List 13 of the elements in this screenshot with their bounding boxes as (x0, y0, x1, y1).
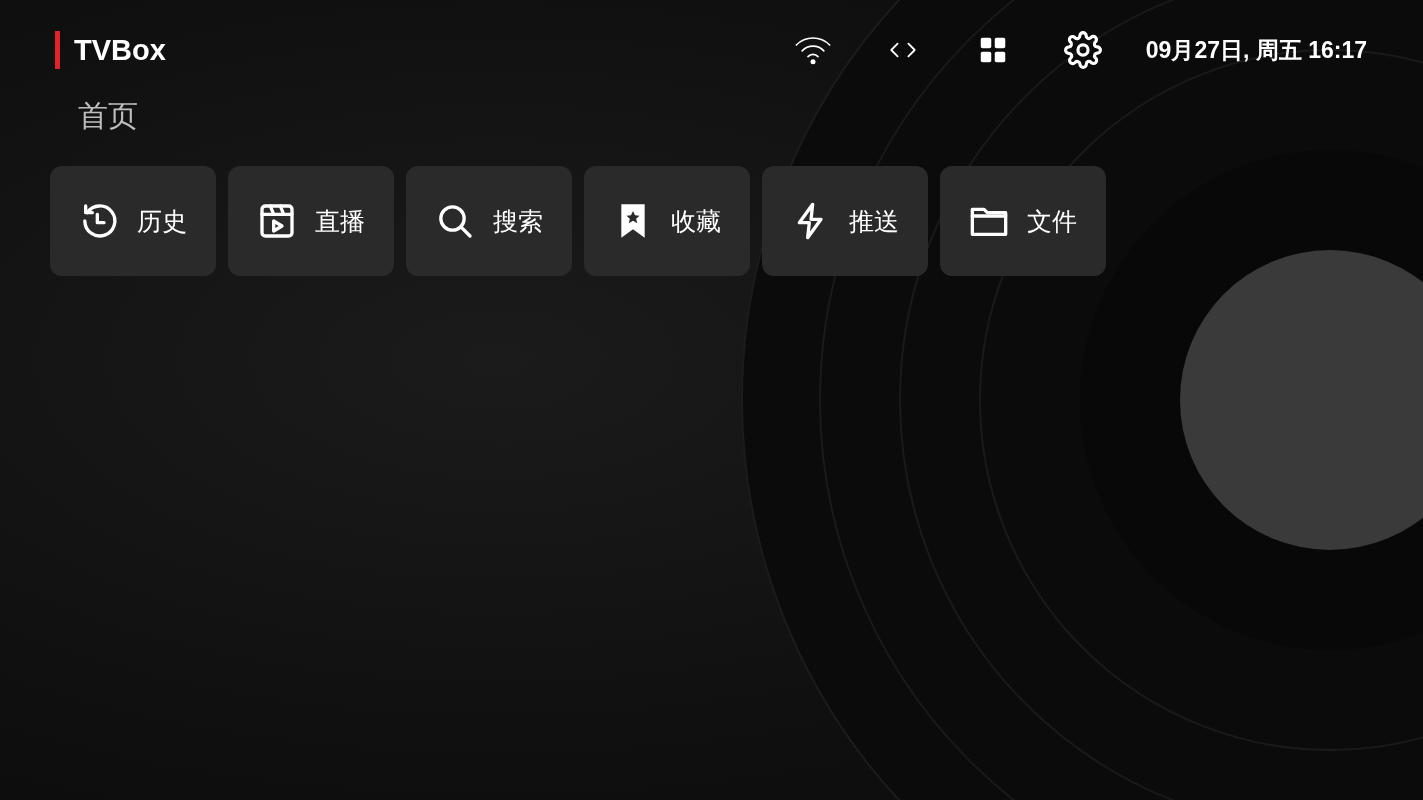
accent-bar (55, 31, 60, 69)
date-time: 09月27日, 周五 16:17 (1145, 35, 1367, 65)
shortcut-button[interactable]: 文件 (940, 166, 1106, 276)
video-play-icon (257, 201, 297, 241)
shortcut-button[interactable]: 搜索 (406, 166, 572, 276)
shortcut-button[interactable]: 历史 (50, 166, 216, 276)
shortcut-button[interactable]: 收藏 (584, 166, 750, 276)
apps-grid-icon (978, 36, 1007, 64)
shortcut-button[interactable]: 推送 (762, 166, 928, 276)
shortcut-button[interactable]: 直播 (228, 166, 394, 276)
section-title: 首页 (78, 97, 139, 135)
settings-icon (1063, 31, 1102, 69)
app-title: TVBox (74, 33, 166, 67)
